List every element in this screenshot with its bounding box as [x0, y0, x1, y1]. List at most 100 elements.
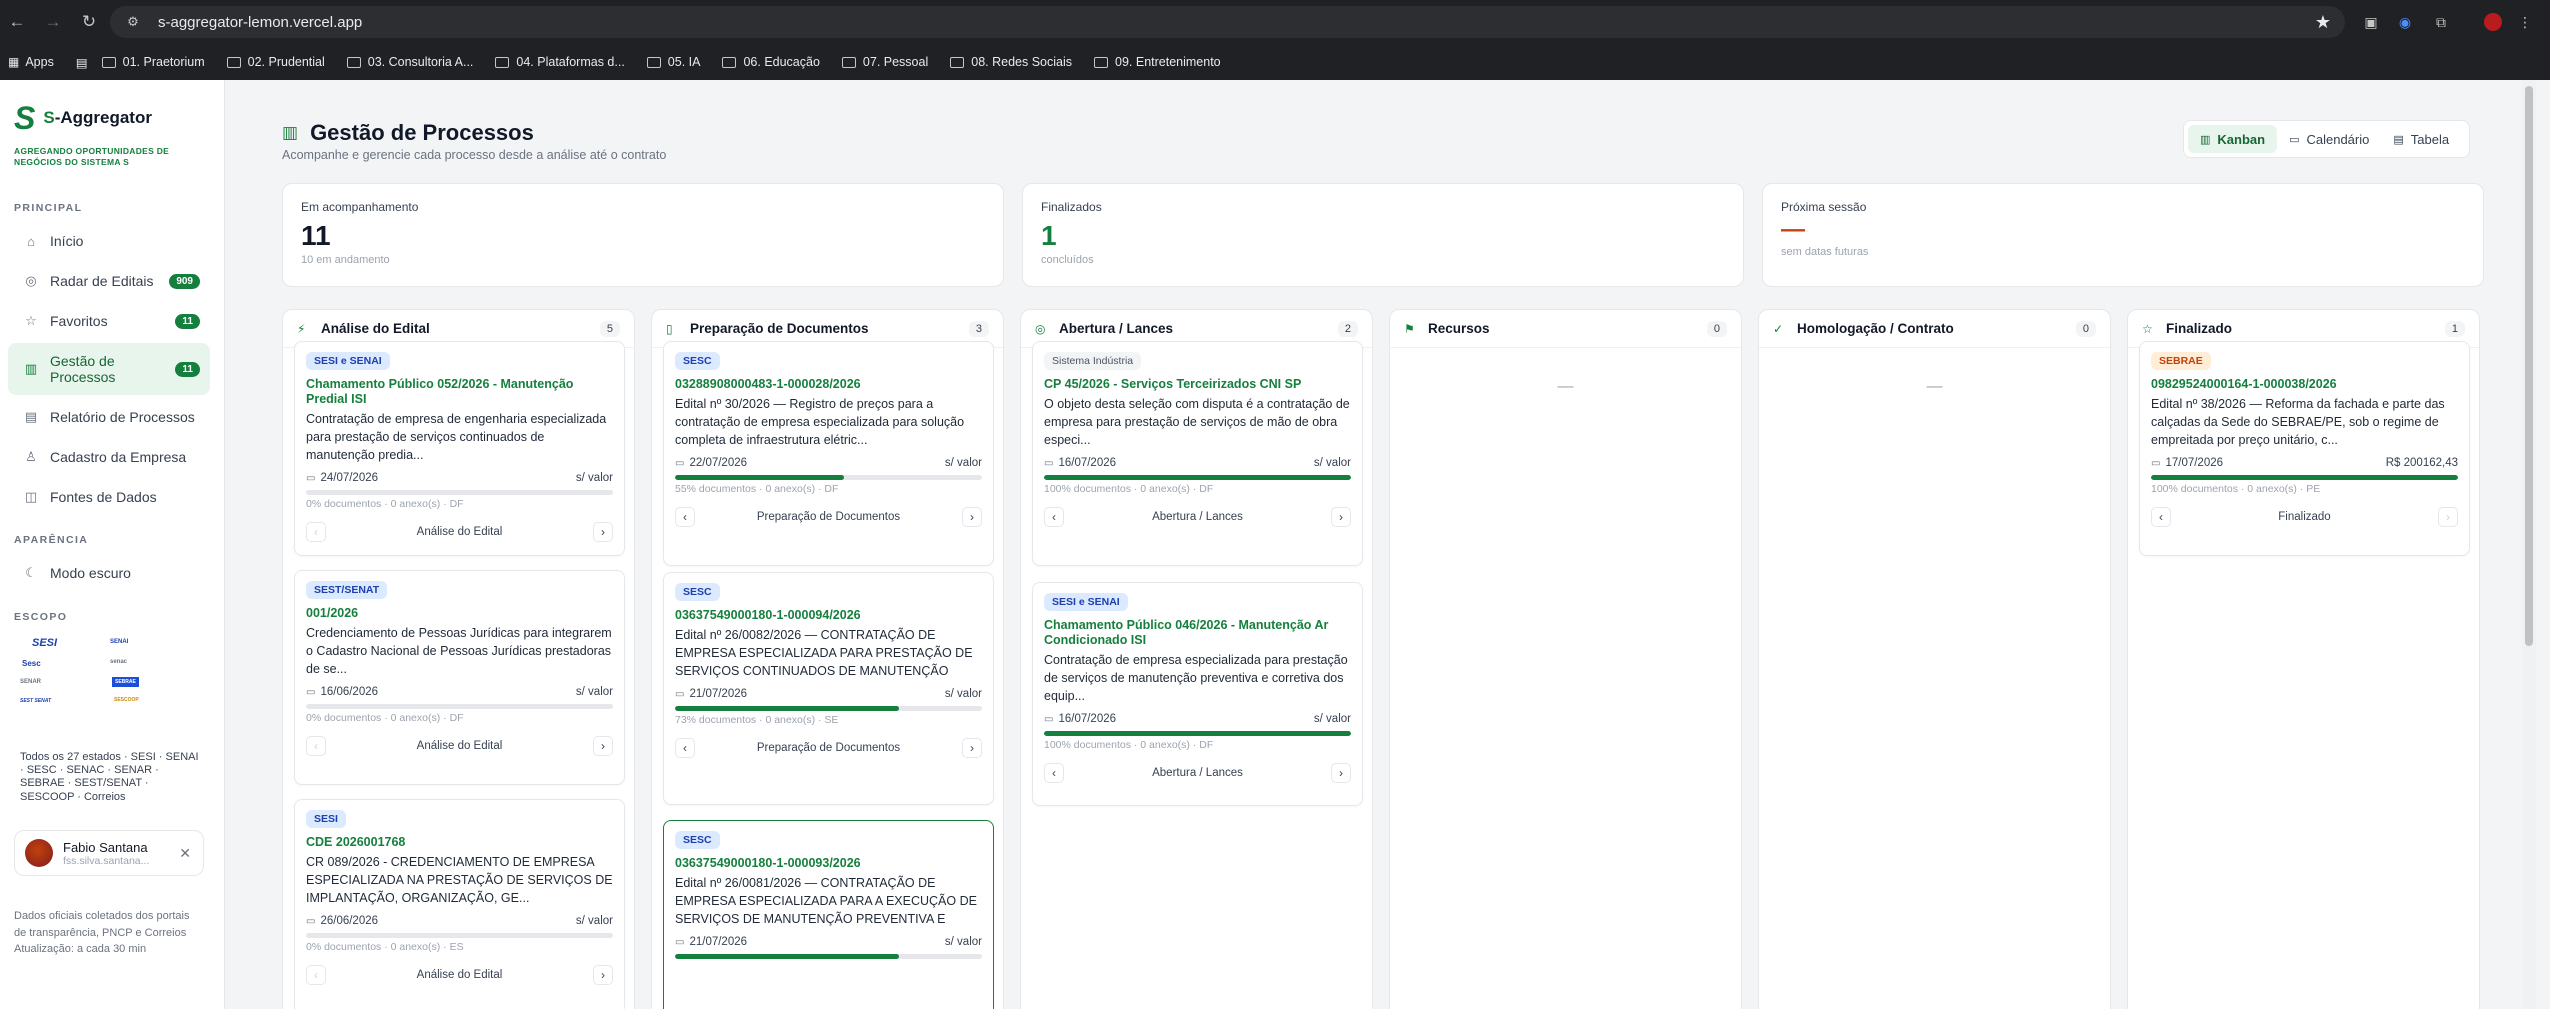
- process-card[interactable]: SESI e SENAI Chamamento Público 052/2026 …: [294, 341, 625, 556]
- sidebar-item-relatorio[interactable]: ▤ Relatório de Processos: [8, 399, 210, 435]
- process-card[interactable]: SESI e SENAI Chamamento Público 046/2026 …: [1032, 582, 1363, 806]
- process-card[interactable]: SEST/SENAT 001/2026 Credenciamento de Pess…: [294, 570, 625, 785]
- entity-tag: Sistema Indústria: [1044, 352, 1142, 370]
- card-date: 22/07/2026: [675, 457, 747, 469]
- card-title[interactable]: 09829524000164-1-000038/2026: [2151, 377, 2458, 392]
- view-table-button[interactable]: ▤ Tabela: [2381, 125, 2461, 153]
- move-left-button[interactable]: ‹: [675, 738, 695, 758]
- bookmark-folder[interactable]: 09. Entretenimento: [1094, 55, 1221, 69]
- bookmark-star-icon[interactable]: ★: [2315, 12, 2331, 33]
- move-left-button[interactable]: ‹: [306, 736, 326, 756]
- card-meta: 26/06/2026 s/ valor: [306, 915, 613, 927]
- back-icon[interactable]: ←: [6, 11, 28, 33]
- reload-icon[interactable]: ↻: [78, 11, 100, 33]
- sidebar-item-cadastro[interactable]: ♙ Cadastro da Empresa: [8, 439, 210, 475]
- card-title[interactable]: Chamamento Público 052/2026 - Manutenção…: [306, 377, 613, 407]
- move-right-button[interactable]: ›: [961, 738, 982, 758]
- move-right-button[interactable]: ›: [592, 522, 613, 542]
- bookmark-folder[interactable]: 06. Educação: [722, 55, 820, 69]
- card-title[interactable]: 001/2026: [306, 606, 613, 621]
- address-bar[interactable]: ⚙ s-aggregator-lemon.vercel.app ★: [110, 6, 2345, 38]
- stat-value: —: [1781, 216, 1805, 243]
- view-calendar-button[interactable]: ▭ Calendário: [2277, 125, 2381, 153]
- card-docs-status: 0% documentos · 0 anexo(s) · ES: [306, 941, 464, 953]
- move-left-button[interactable]: ‹: [306, 522, 326, 542]
- bookmark-folder[interactable]: 02. Prudential: [226, 55, 325, 69]
- move-left-button[interactable]: ‹: [2151, 507, 2171, 527]
- card-title[interactable]: 03637549000180-1-000094/2026: [675, 608, 982, 623]
- scrollbar[interactable]: [2522, 80, 2536, 1009]
- folder-icon: [646, 56, 661, 68]
- card-title[interactable]: Chamamento Público 046/2026 - Manutenção…: [1044, 618, 1351, 648]
- profile-avatar-icon[interactable]: [2482, 11, 2504, 33]
- card-title[interactable]: CP 45/2026 - Serviços Terceirizados CNI …: [1044, 377, 1351, 392]
- docs-progress-fill: [675, 954, 900, 959]
- scrollbar-thumb[interactable]: [2525, 86, 2533, 646]
- process-card[interactable]: SESI CDE 2026001768 CR 089/2026 - CREDENCI…: [294, 799, 625, 1009]
- sidebar-item-inicio[interactable]: ⌂ Início: [8, 223, 210, 259]
- move-right-button[interactable]: ›: [961, 507, 982, 527]
- process-card[interactable]: SESC 03637549000180-1-000093/2026 Edital n…: [663, 820, 994, 1009]
- forward-icon[interactable]: →: [42, 11, 64, 33]
- cast-icon[interactable]: ▣: [2360, 11, 2382, 33]
- card-footer: ‹ Análise do Edital ›: [306, 522, 613, 542]
- bookmark-apps[interactable]: ▦ Apps: [8, 55, 54, 69]
- move-right-button[interactable]: ›: [592, 736, 613, 756]
- brand-logo[interactable]: S S-Aggregator: [14, 102, 152, 134]
- sidebar-item-favoritos[interactable]: ☆ Favoritos 11: [8, 303, 210, 339]
- extension-icon[interactable]: ◉: [2394, 11, 2416, 33]
- move-right-button[interactable]: ›: [592, 965, 613, 985]
- sidebar-item-radar[interactable]: ◎ Radar de Editais 909: [8, 263, 210, 299]
- card-docs-status: 0% documentos · 0 anexo(s) · DF: [306, 712, 464, 724]
- tab-groups-icon[interactable]: ▤: [76, 55, 88, 70]
- move-left-button[interactable]: ‹: [306, 965, 326, 985]
- folder-icon: [950, 56, 965, 68]
- move-left-button[interactable]: ‹: [1044, 507, 1064, 527]
- column-title: Recursos: [1428, 321, 1490, 336]
- card-title[interactable]: 03637549000180-1-000093/2026: [675, 856, 982, 871]
- folder-icon: [226, 56, 241, 68]
- move-left-button[interactable]: ‹: [1044, 763, 1064, 783]
- card-value: s/ valor: [575, 472, 613, 484]
- bookmark-folder[interactable]: 04. Plataformas d...: [495, 55, 625, 69]
- docs-progress-bar: [306, 933, 613, 938]
- user-icon: ♙: [25, 449, 37, 464]
- sidebar-item-fontes[interactable]: ◫ Fontes de Dados: [8, 479, 210, 515]
- brand-mark: S: [14, 100, 36, 136]
- bookmark-folder[interactable]: 08. Redes Sociais: [950, 55, 1072, 69]
- process-card[interactable]: SESC 03637549000180-1-000094/2026 Edital n…: [663, 572, 994, 805]
- process-card[interactable]: Sistema Indústria CP 45/2026 - Serviços T…: [1032, 341, 1363, 566]
- bookmark-folder[interactable]: 05. IA: [646, 55, 700, 69]
- sidebar-item-gestao[interactable]: ▥ Gestão de Processos 11: [8, 343, 210, 395]
- process-card[interactable]: SESC 03288908000483-1-000028/2026 Edital n…: [663, 341, 994, 566]
- card-description: Contratação de empresa especializada par…: [1044, 653, 1348, 704]
- kanban-column: ✓ Homologação / Contrato 0 —: [1758, 309, 2111, 1009]
- card-title[interactable]: CDE 2026001768: [306, 835, 613, 850]
- bookmark-folder[interactable]: 01. Praetorium: [101, 55, 205, 69]
- move-right-button[interactable]: ›: [1331, 507, 1351, 527]
- url-text: s-aggregator-lemon.vercel.app: [158, 13, 363, 31]
- logout-close-icon[interactable]: ✕: [179, 845, 191, 862]
- move-right-button[interactable]: ›: [2437, 507, 2458, 527]
- move-right-button[interactable]: ›: [1331, 763, 1351, 783]
- bookmark-folder[interactable]: 07. Pessoal: [841, 55, 928, 69]
- card-footer: ‹ Preparação de Documentos ›: [675, 738, 982, 758]
- site-info-icon[interactable]: ⚙: [122, 14, 144, 30]
- logo-senac: senac: [110, 659, 128, 665]
- move-left-button[interactable]: ‹: [675, 507, 695, 527]
- card-description: Credenciamento de Pessoas Jurídicas para…: [306, 626, 612, 677]
- bookmark-folder[interactable]: 03. Consultoria A...: [346, 55, 473, 69]
- process-card[interactable]: SEBRAE 09829524000164-1-000038/2026 Edital…: [2139, 341, 2470, 556]
- card-footer: ‹ Finalizado ›: [2151, 507, 2458, 527]
- card-footer: ‹ Abertura / Lances ›: [1044, 763, 1351, 783]
- card-value: R$ 200162,43: [2385, 457, 2458, 469]
- card-title[interactable]: 03288908000483-1-000028/2026: [675, 377, 982, 392]
- browser-menu-icon[interactable]: ⋮: [2514, 11, 2536, 33]
- dark-mode-toggle[interactable]: ☾ Modo escuro: [8, 555, 210, 591]
- view-kanban-button[interactable]: ▥ Kanban: [2188, 125, 2278, 153]
- docs-progress-bar: [675, 706, 982, 711]
- star-icon: ☆: [2142, 321, 2153, 336]
- browser-chrome: ← → ↻ ⚙ s-aggregator-lemon.vercel.app ★ …: [0, 0, 2550, 80]
- extensions-puzzle-icon[interactable]: ⧉: [2430, 11, 2452, 33]
- user-card[interactable]: Fabio Santana fss.silva.santana... ✕: [14, 830, 204, 876]
